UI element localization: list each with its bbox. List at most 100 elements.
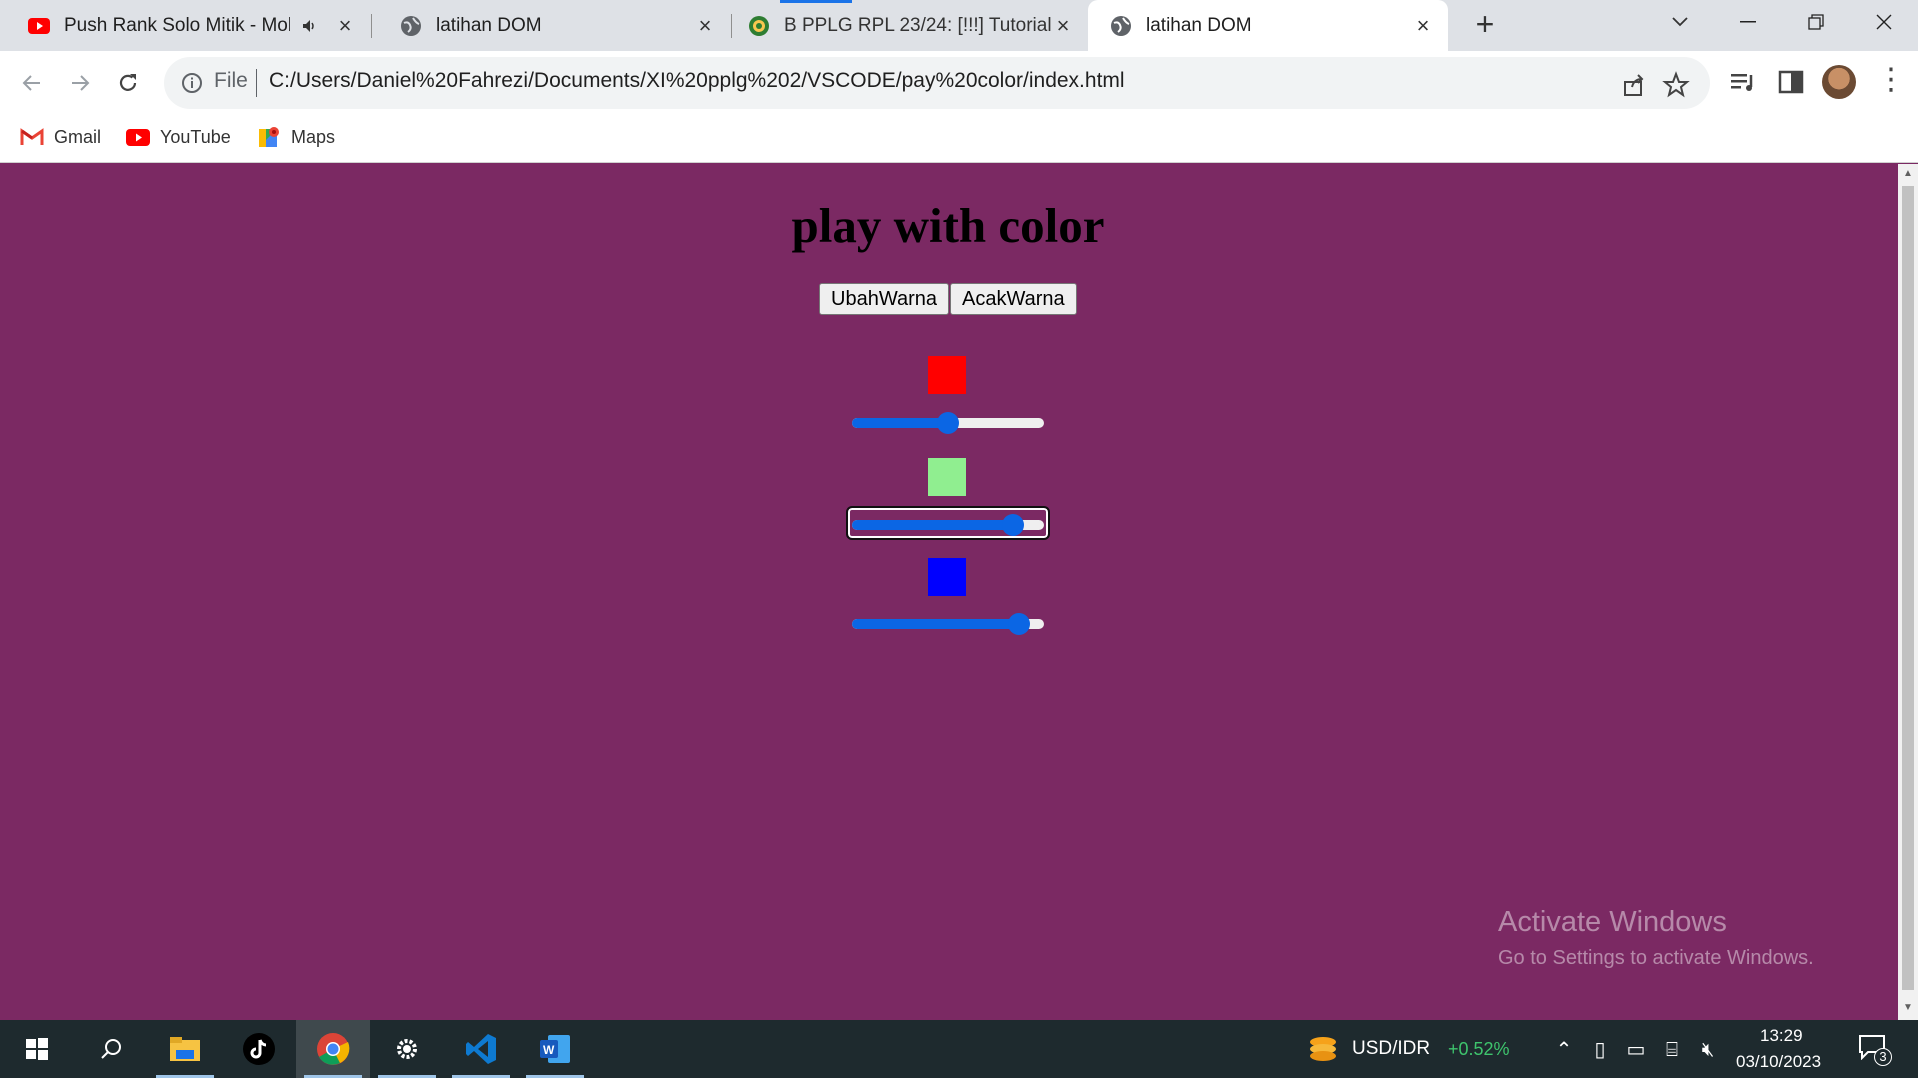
page-body: play with color UbahWarna AcakWarna [0, 164, 1898, 1020]
bookmark-youtube[interactable]: YouTube [126, 125, 231, 149]
battery-icon[interactable]: ▭ [1624, 1038, 1648, 1062]
address-bar[interactable]: File C:/Users/Daniel%20Fahrezi/Documents… [164, 57, 1710, 109]
reload-button[interactable] [110, 65, 146, 101]
reload-icon [119, 74, 137, 91]
share-icon[interactable] [1620, 71, 1648, 99]
menu-icon[interactable]: ⋮ [1876, 65, 1906, 99]
blue-swatch [928, 558, 966, 596]
restore-icon [1808, 14, 1824, 30]
red-swatch [928, 356, 966, 394]
green-swatch [928, 458, 966, 496]
notification-badge: 3 [1874, 1048, 1892, 1066]
tab-latihan-dom-1[interactable]: latihan DOM × [372, 0, 730, 51]
globe-icon [1110, 15, 1132, 37]
folder-icon [170, 1037, 200, 1061]
change-color-button[interactable]: UbahWarna [819, 283, 949, 315]
device-icon[interactable]: ▯ [1588, 1038, 1612, 1062]
bookmark-label: Maps [291, 126, 336, 147]
slider-fill [852, 619, 1020, 629]
browser-toolbar: File C:/Users/Daniel%20Fahrezi/Documents… [0, 51, 1918, 115]
tiktok-button[interactable] [222, 1020, 296, 1078]
bookmark-label: YouTube [160, 126, 231, 147]
minimize-button[interactable] [1714, 0, 1782, 44]
start-button[interactable] [0, 1020, 74, 1078]
red-slider[interactable] [850, 408, 1046, 438]
ticker-change: +0.52% [1448, 1039, 1510, 1059]
volume-muted-icon[interactable]: 🔇︎ [1696, 1038, 1720, 1062]
close-icon[interactable]: × [1412, 14, 1434, 37]
slider-fill [852, 520, 1013, 530]
watermark-title: Activate Windows [1498, 906, 1727, 938]
green-slider[interactable] [846, 506, 1050, 540]
slider-thumb[interactable] [937, 412, 959, 434]
side-panel-icon[interactable] [1776, 67, 1806, 97]
slider-thumb[interactable] [1001, 514, 1024, 536]
chevron-up-icon[interactable]: ⌃ [1552, 1038, 1576, 1062]
network-icon[interactable]: ⌸ [1660, 1038, 1684, 1062]
tab-latihan-dom-active[interactable]: latihan DOM × [1088, 0, 1448, 51]
word-button[interactable]: W [518, 1020, 592, 1078]
speaker-icon[interactable] [298, 15, 320, 37]
tiktok-icon [243, 1033, 275, 1065]
tab-youtube[interactable]: Push Rank Solo Mitik - Mob × [0, 0, 370, 51]
youtube-icon [28, 15, 50, 37]
coins-icon[interactable] [1306, 1032, 1340, 1066]
info-icon[interactable] [180, 71, 204, 95]
vscode-icon [466, 1034, 496, 1064]
button-row: UbahWarna AcakWarna [819, 283, 1078, 315]
activate-windows-watermark: Activate Windows Go to Settings to activ… [1498, 906, 1814, 970]
forward-button[interactable] [62, 65, 98, 101]
page-scrollbar[interactable]: ▲ ▼ [1898, 164, 1918, 1020]
close-icon [1876, 14, 1892, 30]
scroll-thumb[interactable] [1902, 186, 1914, 990]
tab-title: latihan DOM [1146, 14, 1252, 36]
tab-title: B PPLG RPL 23/24: [!!!] Tutorial M [784, 14, 1052, 36]
close-icon[interactable]: × [334, 14, 356, 37]
notification-center-button[interactable]: 3 [1858, 1034, 1892, 1066]
url-text[interactable]: C:/Users/Daniel%20Fahrezi/Documents/XI%2… [269, 69, 1125, 93]
taskbar: W USD/IDR +0.52% ⌃ ▯ ▭ ⌸ 🔇︎ 13:29 03/10/… [0, 1020, 1918, 1078]
chevron-down-icon [1672, 17, 1688, 27]
media-control-icon[interactable] [1728, 67, 1758, 97]
classroom-icon [748, 15, 770, 37]
slider-fill [852, 418, 948, 428]
chrome-button[interactable] [296, 1020, 370, 1078]
tab-title: latihan DOM [436, 14, 542, 36]
scroll-up-icon[interactable]: ▲ [1902, 168, 1914, 180]
scheme-label: File [214, 69, 248, 92]
tab-classroom[interactable]: B PPLG RPL 23/24: [!!!] Tutorial M × [730, 0, 1088, 51]
restore-button[interactable] [1782, 0, 1850, 44]
file-explorer-button[interactable] [148, 1020, 222, 1078]
scroll-down-icon[interactable]: ▼ [1902, 1002, 1914, 1014]
maps-icon [257, 125, 281, 149]
tab-search-button[interactable] [1646, 0, 1714, 44]
tab-title: Push Rank Solo Mitik - Mob [64, 14, 290, 36]
close-icon[interactable]: × [694, 14, 716, 37]
bookmark-maps[interactable]: Maps [257, 125, 335, 149]
clock-date[interactable]: 03/10/2023 [1736, 1052, 1821, 1072]
address-divider [256, 69, 257, 97]
new-tab-button[interactable]: + [1468, 8, 1502, 42]
settings-button[interactable] [370, 1020, 444, 1078]
arrow-left-icon [22, 75, 40, 91]
bookmark-label: Gmail [54, 126, 102, 147]
close-icon[interactable]: × [1052, 14, 1074, 37]
gmail-icon [20, 125, 44, 149]
gear-icon [397, 1039, 417, 1059]
back-button[interactable] [14, 65, 50, 101]
close-window-button[interactable] [1850, 0, 1918, 44]
bookmarks-bar: Gmail YouTube Maps [0, 115, 1918, 163]
watermark-subtitle: Go to Settings to activate Windows. [1498, 947, 1814, 969]
word-icon: W [540, 1035, 570, 1063]
blue-slider[interactable] [850, 609, 1046, 639]
vscode-button[interactable] [444, 1020, 518, 1078]
bookmark-gmail[interactable]: Gmail [20, 125, 101, 149]
random-color-button[interactable]: AcakWarna [949, 283, 1077, 315]
star-icon[interactable] [1662, 71, 1690, 99]
search-button[interactable] [74, 1020, 148, 1078]
slider-thumb[interactable] [1008, 613, 1031, 635]
clock-time[interactable]: 13:29 [1760, 1026, 1803, 1046]
ticker-label[interactable]: USD/IDR [1352, 1038, 1430, 1060]
profile-avatar[interactable] [1822, 65, 1856, 99]
minimize-icon [1740, 21, 1756, 23]
